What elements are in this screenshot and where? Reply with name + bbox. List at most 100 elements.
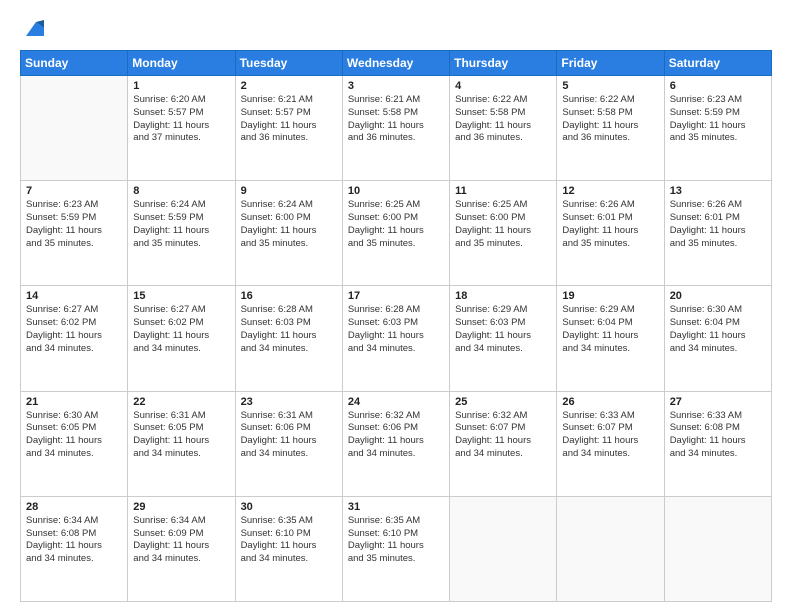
cell-text-line: Sunrise: 6:34 AM	[133, 515, 229, 528]
cell-text-line: and 35 minutes.	[26, 238, 122, 251]
calendar-cell	[664, 496, 771, 601]
cell-text-line: Sunset: 6:00 PM	[455, 212, 551, 225]
cell-text-line: Daylight: 11 hours	[241, 435, 337, 448]
day-number: 28	[26, 501, 122, 513]
cell-text-line: and 34 minutes.	[241, 553, 337, 566]
calendar-cell	[450, 496, 557, 601]
calendar-day-header: Thursday	[450, 51, 557, 76]
calendar-week-row: 7Sunrise: 6:23 AMSunset: 5:59 PMDaylight…	[21, 181, 772, 286]
cell-text-line: and 34 minutes.	[26, 553, 122, 566]
page: SundayMondayTuesdayWednesdayThursdayFrid…	[0, 0, 792, 612]
cell-text-line: Daylight: 11 hours	[562, 330, 658, 343]
calendar-cell: 24Sunrise: 6:32 AMSunset: 6:06 PMDayligh…	[342, 391, 449, 496]
day-number: 20	[670, 290, 766, 302]
day-number: 21	[26, 396, 122, 408]
cell-text-line: and 34 minutes.	[133, 448, 229, 461]
cell-text-line: Sunrise: 6:22 AM	[562, 94, 658, 107]
logo	[20, 18, 44, 40]
cell-text-line: Daylight: 11 hours	[26, 225, 122, 238]
day-number: 8	[133, 185, 229, 197]
cell-text-line: Sunset: 5:57 PM	[133, 107, 229, 120]
calendar-cell: 16Sunrise: 6:28 AMSunset: 6:03 PMDayligh…	[235, 286, 342, 391]
cell-text-line: Sunset: 6:10 PM	[348, 528, 444, 541]
cell-text-line: Sunrise: 6:32 AM	[455, 410, 551, 423]
cell-text-line: Sunrise: 6:24 AM	[241, 199, 337, 212]
cell-text-line: Sunset: 5:59 PM	[133, 212, 229, 225]
cell-text-line: Sunrise: 6:28 AM	[241, 304, 337, 317]
cell-text-line: Sunrise: 6:32 AM	[348, 410, 444, 423]
calendar-cell: 5Sunrise: 6:22 AMSunset: 5:58 PMDaylight…	[557, 76, 664, 181]
cell-text-line: Sunset: 6:06 PM	[348, 422, 444, 435]
calendar-day-header: Sunday	[21, 51, 128, 76]
cell-text-line: Daylight: 11 hours	[133, 435, 229, 448]
cell-text-line: and 34 minutes.	[133, 553, 229, 566]
cell-text-line: Daylight: 11 hours	[348, 120, 444, 133]
cell-text-line: Sunset: 5:59 PM	[26, 212, 122, 225]
cell-text-line: Sunrise: 6:29 AM	[455, 304, 551, 317]
day-number: 26	[562, 396, 658, 408]
cell-text-line: Sunrise: 6:21 AM	[241, 94, 337, 107]
cell-text-line: Sunset: 5:58 PM	[348, 107, 444, 120]
cell-text-line: Sunrise: 6:20 AM	[133, 94, 229, 107]
cell-text-line: and 34 minutes.	[562, 343, 658, 356]
day-number: 18	[455, 290, 551, 302]
cell-text-line: Daylight: 11 hours	[26, 330, 122, 343]
day-number: 19	[562, 290, 658, 302]
cell-text-line: and 35 minutes.	[670, 238, 766, 251]
logo-icon	[22, 18, 44, 40]
cell-text-line: Daylight: 11 hours	[241, 225, 337, 238]
day-number: 14	[26, 290, 122, 302]
cell-text-line: and 36 minutes.	[562, 132, 658, 145]
calendar-cell: 19 Sunrise: 6:29 AMSunset: 6:04 PMDayligh…	[557, 286, 664, 391]
cell-text-line: Sunrise: 6:27 AM	[133, 304, 229, 317]
cell-text-line: Sunrise: 6:31 AM	[241, 410, 337, 423]
cell-text-line: Daylight: 11 hours	[562, 435, 658, 448]
cell-text-line: and 35 minutes.	[562, 238, 658, 251]
cell-text-line: and 35 minutes.	[348, 238, 444, 251]
calendar-cell: 23Sunrise: 6:31 AMSunset: 6:06 PMDayligh…	[235, 391, 342, 496]
cell-text-line: Sunset: 6:08 PM	[26, 528, 122, 541]
day-number: 17	[348, 290, 444, 302]
calendar-cell: 25Sunrise: 6:32 AMSunset: 6:07 PMDayligh…	[450, 391, 557, 496]
cell-text-line: Sunset: 6:00 PM	[241, 212, 337, 225]
cell-text-line: Daylight: 11 hours	[241, 330, 337, 343]
cell-text-line: Sunset: 6:04 PM	[670, 317, 766, 330]
day-number: 9	[241, 185, 337, 197]
cell-text-line: and 34 minutes.	[670, 343, 766, 356]
calendar-cell: 18Sunrise: 6:29 AMSunset: 6:03 PMDayligh…	[450, 286, 557, 391]
cell-text-line: Sunrise: 6:34 AM	[26, 515, 122, 528]
calendar-week-row: 1Sunrise: 6:20 AMSunset: 5:57 PMDaylight…	[21, 76, 772, 181]
cell-text-line: Sunset: 6:02 PM	[133, 317, 229, 330]
calendar-cell: 15Sunrise: 6:27 AMSunset: 6:02 PMDayligh…	[128, 286, 235, 391]
calendar-day-header: Tuesday	[235, 51, 342, 76]
cell-text-line: and 35 minutes.	[348, 553, 444, 566]
cell-text-line: Sunset: 6:01 PM	[670, 212, 766, 225]
cell-text-line: and 35 minutes.	[133, 238, 229, 251]
day-number: 15	[133, 290, 229, 302]
cell-text-line: Sunrise: 6:35 AM	[241, 515, 337, 528]
calendar-day-header: Friday	[557, 51, 664, 76]
cell-text-line: Sunrise: 6:31 AM	[133, 410, 229, 423]
calendar-cell: 17Sunrise: 6:28 AMSunset: 6:03 PMDayligh…	[342, 286, 449, 391]
calendar-cell: 28Sunrise: 6:34 AMSunset: 6:08 PMDayligh…	[21, 496, 128, 601]
day-number: 25	[455, 396, 551, 408]
cell-text-line: Daylight: 11 hours	[455, 225, 551, 238]
cell-text-line: and 35 minutes.	[670, 132, 766, 145]
cell-text-line: Daylight: 11 hours	[670, 330, 766, 343]
cell-text-line: Sunrise: 6:33 AM	[562, 410, 658, 423]
cell-text-line: and 35 minutes.	[455, 238, 551, 251]
cell-text-line: Sunset: 6:01 PM	[562, 212, 658, 225]
cell-text-line: Daylight: 11 hours	[133, 540, 229, 553]
calendar-cell: 22Sunrise: 6:31 AMSunset: 6:05 PMDayligh…	[128, 391, 235, 496]
cell-text-line: Sunrise: 6:28 AM	[348, 304, 444, 317]
calendar-week-row: 28Sunrise: 6:34 AMSunset: 6:08 PMDayligh…	[21, 496, 772, 601]
header	[20, 18, 772, 40]
cell-text-line: Sunset: 6:06 PM	[241, 422, 337, 435]
calendar-day-header: Saturday	[664, 51, 771, 76]
cell-text-line: and 37 minutes.	[133, 132, 229, 145]
cell-text-line: Sunrise: 6:29 AM	[562, 304, 658, 317]
day-number: 3	[348, 80, 444, 92]
cell-text-line: Sunset: 6:04 PM	[562, 317, 658, 330]
cell-text-line: Daylight: 11 hours	[133, 120, 229, 133]
day-number: 6	[670, 80, 766, 92]
